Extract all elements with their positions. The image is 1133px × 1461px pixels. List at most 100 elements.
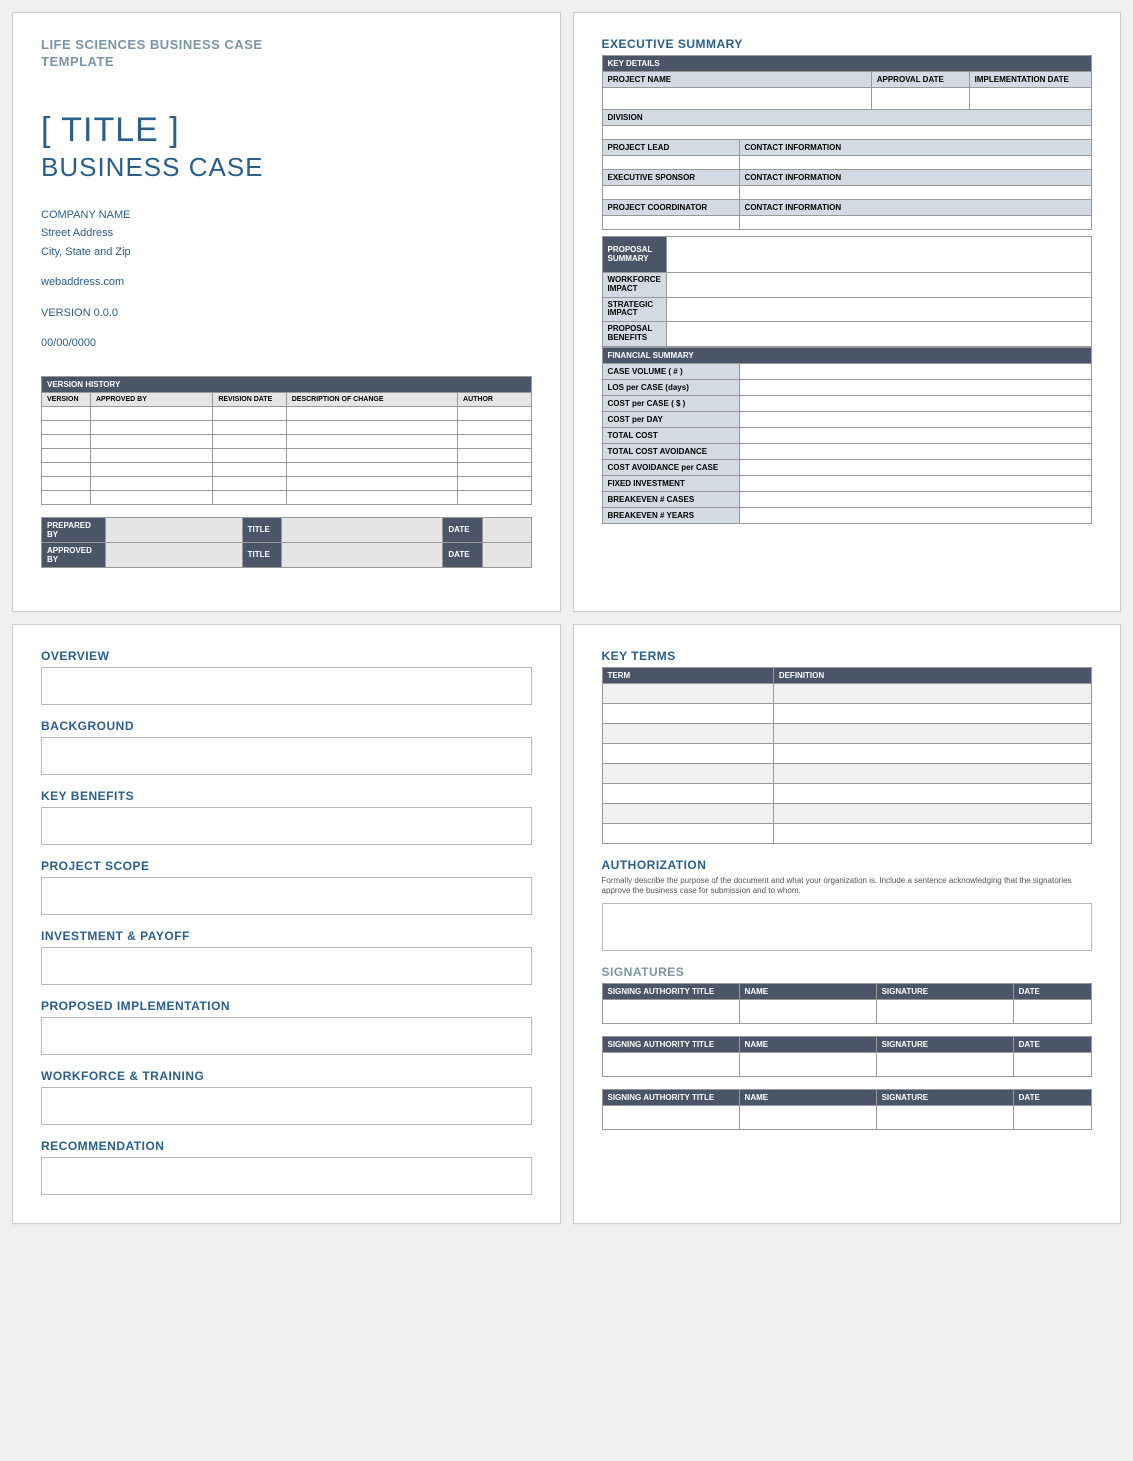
authorization-header: AUTHORIZATION: [602, 858, 1093, 872]
key-terms-table: TERM DEFINITION: [602, 667, 1093, 844]
proposal-summary-table: PROPOSAL SUMMARY WORKFORCE IMPACT STRATE…: [602, 236, 1093, 347]
proj-coord-label: PROJECT COORDINATOR: [602, 200, 739, 216]
authorization-note: Formally describe the purpose of the doc…: [602, 876, 1093, 897]
project-lead-label: PROJECT LEAD: [602, 140, 739, 156]
fin-cost-per-day: COST per DAY: [602, 411, 739, 427]
exec-summary-header: EXECUTIVE SUMMARY: [602, 37, 1093, 51]
web-address: webaddress.com: [41, 274, 532, 291]
page-1-cover: LIFE SCIENCES BUSINESS CASE TEMPLATE [ T…: [12, 12, 561, 612]
city-state: City, State and Zip: [41, 244, 532, 261]
contact-info-label-3: CONTACT INFORMATION: [739, 200, 1091, 216]
key-benefits-box: [41, 807, 532, 845]
project-name-label: PROJECT NAME: [602, 72, 871, 88]
page-2-exec-summary: EXECUTIVE SUMMARY KEY DETAILS PROJECT NA…: [573, 12, 1122, 612]
title-label-1: TITLE: [242, 517, 281, 542]
investment-payoff-header: INVESTMENT & PAYOFF: [41, 929, 532, 943]
proposal-benefits-label: PROPOSAL BENEFITS: [602, 322, 666, 347]
doc-subtitle: BUSINESS CASE: [41, 152, 532, 183]
table-row: [602, 1105, 1092, 1129]
title-block: [ TITLE ] BUSINESS CASE: [41, 111, 532, 183]
sig-col-name: NAME: [739, 1089, 876, 1105]
fin-los-per-case: LOS per CASE (days): [602, 379, 739, 395]
proposal-summary-label: PROPOSAL SUMMARY: [602, 237, 666, 273]
strategic-impact-label: STRATEGIC IMPACT: [602, 297, 666, 322]
table-row: [42, 420, 532, 434]
fin-cost-per-case: COST per CASE ( $ ): [602, 395, 739, 411]
page-4-key-terms: KEY TERMS TERM DEFINITION AUTHORIZATION …: [573, 624, 1122, 1224]
fin-breakeven-years: BREAKEVEN # YEARS: [602, 507, 739, 523]
fin-total-cost-avoid: TOTAL COST AVOIDANCE: [602, 443, 739, 459]
doc-header: LIFE SCIENCES BUSINESS CASE TEMPLATE: [41, 37, 532, 71]
key-details-header: KEY DETAILS: [602, 56, 1092, 72]
authorization-box: [602, 903, 1093, 951]
street-address: Street Address: [41, 225, 532, 242]
background-header: BACKGROUND: [41, 719, 532, 733]
workforce-training-box: [41, 1087, 532, 1125]
fin-fixed-investment: FIXED INVESTMENT: [602, 475, 739, 491]
table-row: [602, 1052, 1092, 1076]
sig-col-signature: SIGNATURE: [876, 983, 1013, 999]
approved-by-label: APPROVED BY: [42, 542, 106, 567]
signature-table-2: SIGNING AUTHORITY TITLE NAME SIGNATURE D…: [602, 1036, 1093, 1077]
sig-col-title: SIGNING AUTHORITY TITLE: [602, 1036, 739, 1052]
sig-col-signature: SIGNATURE: [876, 1036, 1013, 1052]
key-details-table: KEY DETAILS PROJECT NAME APPROVAL DATE I…: [602, 55, 1093, 230]
fin-cost-avoid-per-case: COST AVOIDANCE per CASE: [602, 459, 739, 475]
fin-breakeven-cases: BREAKEVEN # CASES: [602, 491, 739, 507]
table-row: [42, 476, 532, 490]
company-name: COMPANY NAME: [41, 207, 532, 224]
term-col: TERM: [602, 668, 773, 684]
title-label-2: TITLE: [242, 542, 281, 567]
preparer-table: PREPARED BY TITLE DATE APPROVED BY TITLE…: [41, 517, 532, 568]
financial-summary-table: FINANCIAL SUMMARY CASE VOLUME ( # ) LOS …: [602, 347, 1093, 524]
vh-col-desc: DESCRIPTION OF CHANGE: [286, 392, 457, 406]
exec-sponsor-label: EXECUTIVE SPONSOR: [602, 170, 739, 186]
table-row: [602, 724, 1092, 744]
background-box: [41, 737, 532, 775]
signature-table-1: SIGNING AUTHORITY TITLE NAME SIGNATURE D…: [602, 983, 1093, 1024]
definition-col: DEFINITION: [773, 668, 1091, 684]
vh-col-approved: APPROVED BY: [90, 392, 212, 406]
vh-col-revdate: REVISION DATE: [213, 392, 286, 406]
table-row: [602, 784, 1092, 804]
overview-box: [41, 667, 532, 705]
sig-col-title: SIGNING AUTHORITY TITLE: [602, 983, 739, 999]
table-row: [602, 684, 1092, 704]
division-label: DIVISION: [602, 110, 1092, 126]
version-history-table: VERSION HISTORY VERSION APPROVED BY REVI…: [41, 376, 532, 505]
financial-summary-header: FINANCIAL SUMMARY: [602, 347, 1092, 363]
overview-header: OVERVIEW: [41, 649, 532, 663]
date-label-1: DATE: [443, 517, 482, 542]
vh-col-author: AUTHOR: [458, 392, 531, 406]
project-scope-box: [41, 877, 532, 915]
vh-col-version: VERSION: [42, 392, 91, 406]
version-history-header: VERSION HISTORY: [42, 376, 532, 392]
table-row: [42, 406, 532, 420]
impl-date-label: IMPLEMENTATION DATE: [969, 72, 1091, 88]
proposed-impl-header: PROPOSED IMPLEMENTATION: [41, 999, 532, 1013]
doc-header-line2: TEMPLATE: [41, 54, 532, 71]
table-row: [602, 764, 1092, 784]
table-row: [42, 448, 532, 462]
recommendation-box: [41, 1157, 532, 1195]
fin-case-volume: CASE VOLUME ( # ): [602, 363, 739, 379]
table-row: [602, 804, 1092, 824]
key-terms-header: KEY TERMS: [602, 649, 1093, 663]
fin-total-cost: TOTAL COST: [602, 427, 739, 443]
table-row: [42, 490, 532, 504]
version-label: VERSION 0.0.0: [41, 305, 532, 322]
recommendation-header: RECOMMENDATION: [41, 1139, 532, 1153]
prepared-by-label: PREPARED BY: [42, 517, 106, 542]
sig-col-date: DATE: [1013, 1089, 1091, 1105]
date-label-2: DATE: [443, 542, 482, 567]
table-row: [602, 704, 1092, 724]
workforce-training-header: WORKFORCE & TRAINING: [41, 1069, 532, 1083]
investment-payoff-box: [41, 947, 532, 985]
sig-col-title: SIGNING AUTHORITY TITLE: [602, 1089, 739, 1105]
table-row: [602, 999, 1092, 1023]
signature-table-3: SIGNING AUTHORITY TITLE NAME SIGNATURE D…: [602, 1089, 1093, 1130]
page-3-overview: OVERVIEW BACKGROUND KEY BENEFITS PROJECT…: [12, 624, 561, 1224]
sig-col-date: DATE: [1013, 983, 1091, 999]
table-row: [602, 744, 1092, 764]
workforce-impact-label: WORKFORCE IMPACT: [602, 273, 666, 298]
